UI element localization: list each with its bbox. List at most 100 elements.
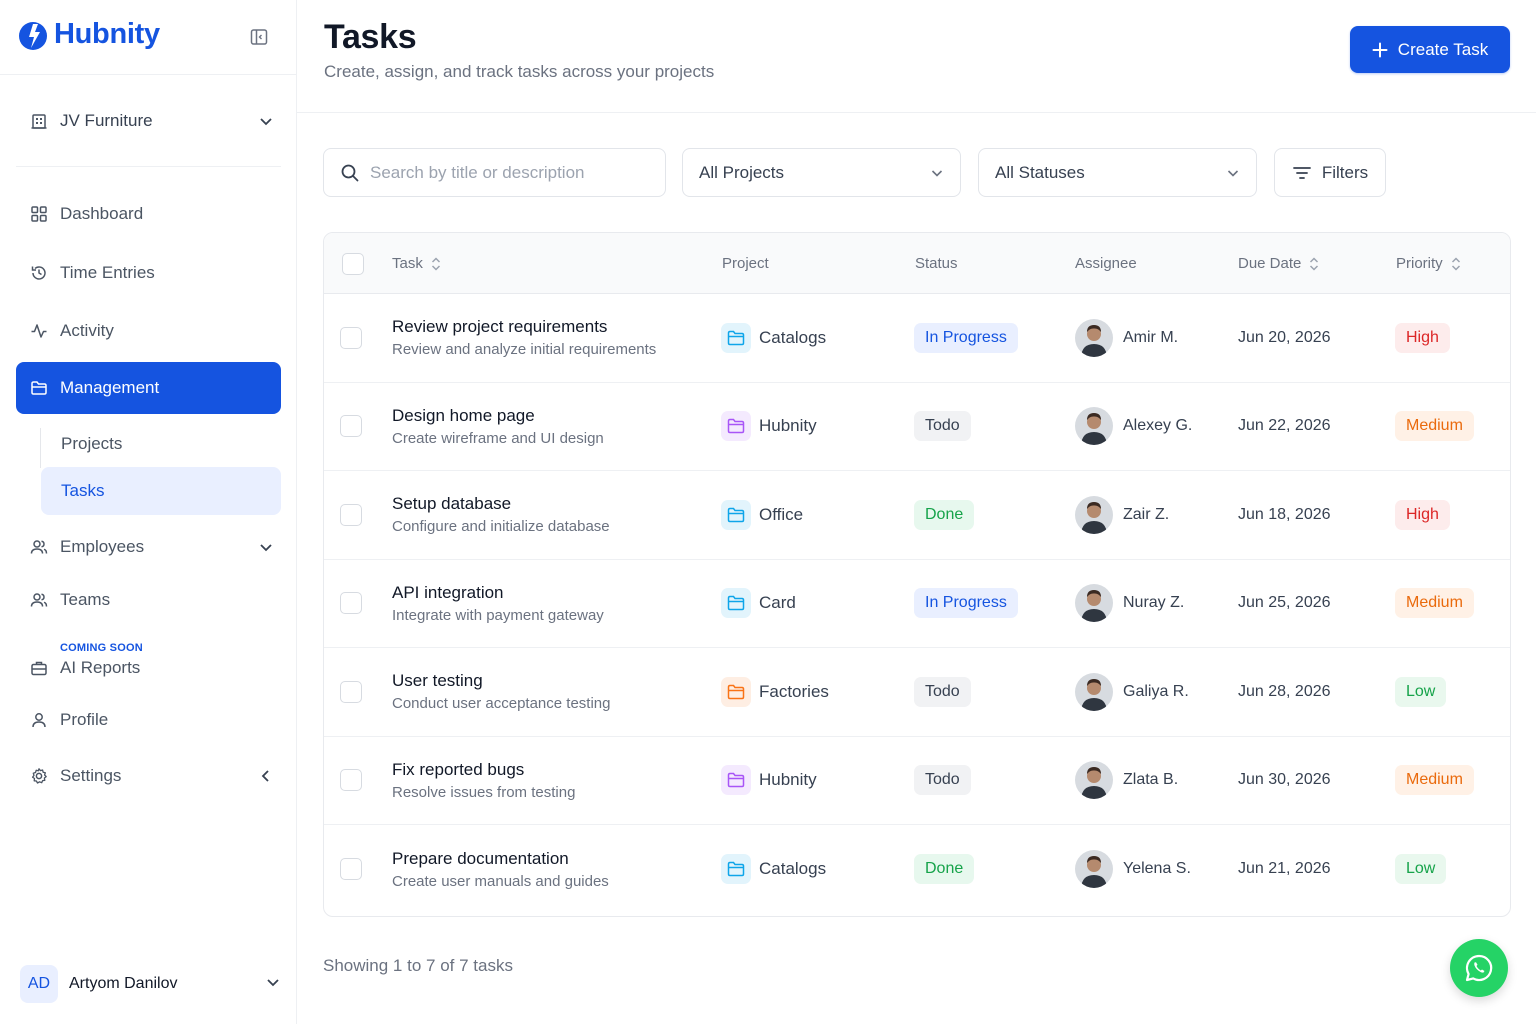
sidebar-item-settings[interactable]: Settings bbox=[16, 751, 281, 801]
assignee-cell: Yelena S. bbox=[1075, 825, 1191, 914]
task-cell: Prepare documentation Create user manual… bbox=[392, 825, 609, 914]
task-title[interactable]: Design home page bbox=[392, 406, 535, 426]
filters-button[interactable]: Filters bbox=[1274, 148, 1386, 197]
column-status: Status bbox=[915, 233, 958, 294]
folder-icon bbox=[721, 676, 751, 707]
due-date-cell: Jun 20, 2026 bbox=[1238, 294, 1331, 382]
assignee-cell: Alexey G. bbox=[1075, 383, 1192, 471]
task-description: Conduct user acceptance testing bbox=[392, 695, 611, 713]
folder-icon bbox=[721, 588, 751, 619]
assignee-cell: Galiya R. bbox=[1075, 648, 1189, 736]
avatar bbox=[1075, 495, 1113, 534]
sidebar-item-profile[interactable]: Profile bbox=[16, 695, 281, 745]
priority-badge: Low bbox=[1395, 676, 1447, 707]
sidebar-item-ai-reports[interactable]: AI Reports bbox=[16, 650, 281, 686]
sidebar-item-teams[interactable]: Teams bbox=[16, 575, 281, 625]
priority-cell: Medium bbox=[1395, 560, 1474, 648]
user-menu[interactable]: AD Artyom Danilov bbox=[20, 964, 280, 1004]
page-subtitle: Create, assign, and track tasks across y… bbox=[324, 62, 715, 81]
column-due-date[interactable]: Due Date bbox=[1238, 233, 1319, 294]
assignee-name: Yelena S. bbox=[1123, 860, 1191, 878]
row-checkbox[interactable] bbox=[340, 769, 362, 792]
table-row[interactable]: Setup database Configure and initialize … bbox=[324, 471, 1510, 560]
sidebar-item-employees[interactable]: Employees bbox=[16, 522, 281, 572]
create-task-button[interactable]: Create Task bbox=[1350, 26, 1510, 73]
table-row[interactable]: Fix reported bugs Resolve issues from te… bbox=[324, 737, 1510, 825]
project-filter-select[interactable]: All Projects bbox=[682, 148, 961, 197]
project-name[interactable]: Catalogs bbox=[759, 328, 826, 348]
task-title[interactable]: Fix reported bugs bbox=[392, 760, 524, 780]
folder-icon bbox=[721, 411, 751, 442]
whatsapp-chat-button[interactable] bbox=[1450, 939, 1508, 997]
project-name[interactable]: Card bbox=[759, 593, 796, 613]
priority-cell: Low bbox=[1395, 648, 1447, 736]
row-checkbox-cell bbox=[340, 737, 362, 825]
sidebar-item-dashboard[interactable]: Dashboard bbox=[16, 189, 281, 239]
status-badge: Todo bbox=[914, 676, 971, 707]
project-name[interactable]: Factories bbox=[759, 682, 829, 702]
tasks-table: Task Project Status Assignee Due Date Pr… bbox=[323, 232, 1511, 917]
sidebar-item-time-entries[interactable]: Time Entries bbox=[16, 248, 281, 298]
create-task-label: Create Task bbox=[1397, 39, 1489, 59]
priority-badge: Medium bbox=[1395, 411, 1474, 442]
column-task[interactable]: Task bbox=[392, 233, 441, 294]
chevron-left-icon bbox=[251, 769, 281, 783]
org-switcher[interactable]: JV Furniture bbox=[16, 98, 281, 144]
task-cell: User testing Conduct user acceptance tes… bbox=[392, 648, 610, 736]
search-placeholder: Search by title or description bbox=[370, 162, 585, 182]
due-date: Jun 22, 2026 bbox=[1238, 417, 1331, 435]
status-filter-select[interactable]: All Statuses bbox=[978, 148, 1257, 197]
row-checkbox[interactable] bbox=[340, 592, 362, 615]
row-checkbox[interactable] bbox=[340, 503, 362, 526]
task-title[interactable]: Review project requirements bbox=[392, 317, 607, 337]
table-row[interactable]: API integration Integrate with payment g… bbox=[324, 560, 1510, 648]
sort-icon bbox=[1310, 256, 1319, 271]
sidebar-item-management[interactable]: Management bbox=[16, 362, 281, 414]
project-name[interactable]: Office bbox=[759, 505, 803, 525]
due-date-cell: Jun 25, 2026 bbox=[1238, 560, 1331, 648]
column-assignee: Assignee bbox=[1075, 233, 1137, 294]
folder-icon bbox=[721, 765, 751, 796]
row-checkbox[interactable] bbox=[340, 858, 362, 881]
task-description: Integrate with payment gateway bbox=[392, 606, 604, 624]
task-cell: Setup database Configure and initialize … bbox=[392, 471, 610, 559]
sidebar-item-activity[interactable]: Activity bbox=[16, 306, 281, 356]
due-date-cell: Jun 30, 2026 bbox=[1238, 737, 1331, 825]
priority-badge: Medium bbox=[1395, 765, 1474, 796]
row-checkbox[interactable] bbox=[340, 326, 362, 349]
task-title[interactable]: Prepare documentation bbox=[392, 849, 569, 869]
sidebar-toggle-icon[interactable] bbox=[250, 28, 268, 46]
due-date-cell: Jun 28, 2026 bbox=[1238, 648, 1331, 736]
chevron-down-icon bbox=[931, 169, 943, 177]
search-input[interactable]: Search by title or description bbox=[323, 148, 666, 197]
row-checkbox[interactable] bbox=[340, 415, 362, 438]
priority-cell: Medium bbox=[1395, 383, 1474, 471]
table-row[interactable]: Design home page Create wireframe and UI… bbox=[324, 383, 1510, 471]
filters-label: Filters bbox=[1321, 162, 1369, 182]
table-row[interactable]: Review project requirements Review and a… bbox=[324, 294, 1510, 383]
priority-badge: Low bbox=[1395, 854, 1447, 885]
task-title[interactable]: API integration bbox=[392, 583, 504, 603]
priority-cell: Medium bbox=[1395, 737, 1474, 825]
project-cell: Catalogs bbox=[721, 294, 826, 382]
sidebar-subitem-projects[interactable]: Projects bbox=[41, 420, 281, 468]
task-title[interactable]: Setup database bbox=[392, 494, 511, 514]
project-name[interactable]: Hubnity bbox=[759, 770, 817, 790]
task-title[interactable]: User testing bbox=[392, 671, 483, 691]
assignee-name: Zlata B. bbox=[1123, 771, 1179, 789]
sidebar-subitem-tasks[interactable]: Tasks bbox=[41, 467, 281, 515]
folder-icon bbox=[721, 322, 751, 353]
task-description: Create wireframe and UI design bbox=[392, 429, 604, 447]
task-cell: API integration Integrate with payment g… bbox=[392, 560, 604, 648]
row-checkbox[interactable] bbox=[340, 680, 362, 703]
project-cell: Card bbox=[721, 560, 796, 648]
project-cell: Hubnity bbox=[721, 383, 817, 471]
select-all-checkbox[interactable] bbox=[342, 252, 364, 275]
table-row[interactable]: Prepare documentation Create user manual… bbox=[324, 825, 1510, 914]
project-name[interactable]: Hubnity bbox=[759, 416, 817, 436]
column-priority[interactable]: Priority bbox=[1396, 233, 1461, 294]
status-badge: Todo bbox=[914, 765, 971, 796]
project-name[interactable]: Catalogs bbox=[759, 859, 826, 879]
table-row[interactable]: User testing Conduct user acceptance tes… bbox=[324, 648, 1510, 737]
sidebar-item-label: AI Reports bbox=[60, 658, 141, 677]
